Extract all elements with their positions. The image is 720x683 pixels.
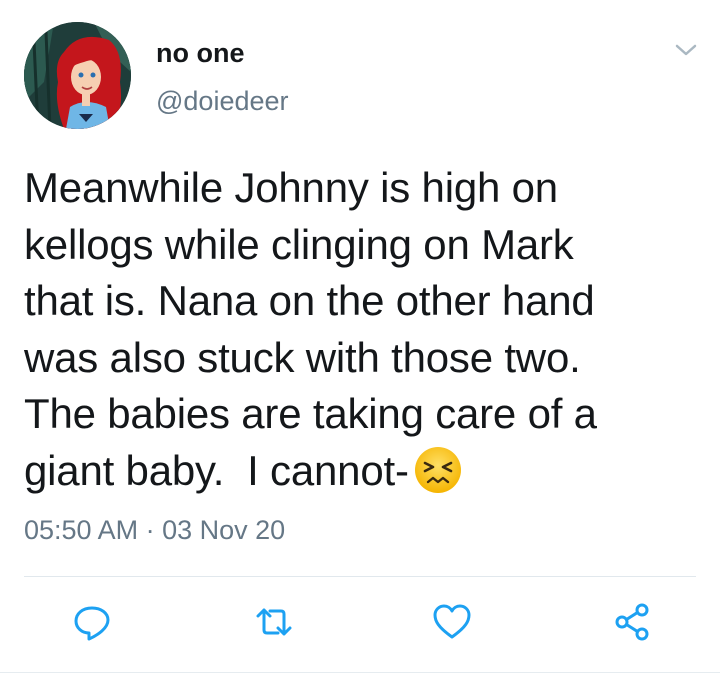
divider: [24, 576, 696, 577]
tweet-text-line: giant baby. I cannot-: [24, 446, 409, 494]
display-name[interactable]: no one: [156, 38, 245, 69]
tweet-text-line-last: giant baby. I cannot-: [24, 443, 704, 500]
tweet-text-line: was also stuck with those two.: [24, 333, 581, 381]
tweet-text-line: kellogs while clinging on Mark: [24, 220, 574, 268]
tweet-text-line: The babies are taking care of a: [24, 390, 597, 437]
chevron-down-icon[interactable]: [674, 40, 698, 60]
avatar-image: [24, 22, 131, 129]
reply-icon[interactable]: [72, 602, 112, 642]
tweet-text: Meanwhile Johnny is high on kellogs whil…: [24, 160, 704, 499]
persevering-face-icon: [414, 446, 461, 493]
tweet-text-line: that is. Nana on the other hand: [24, 277, 595, 324]
avatar[interactable]: [24, 22, 131, 129]
bottom-divider: [0, 672, 720, 673]
share-icon[interactable]: [612, 602, 652, 642]
timestamp[interactable]: 05:50 AM · 03 Nov 20: [24, 515, 285, 546]
tweet-text-line: Meanwhile Johnny is high on: [24, 164, 558, 211]
retweet-icon[interactable]: [254, 602, 294, 642]
user-handle[interactable]: @doiedeer: [156, 86, 289, 117]
like-icon[interactable]: [432, 602, 472, 642]
